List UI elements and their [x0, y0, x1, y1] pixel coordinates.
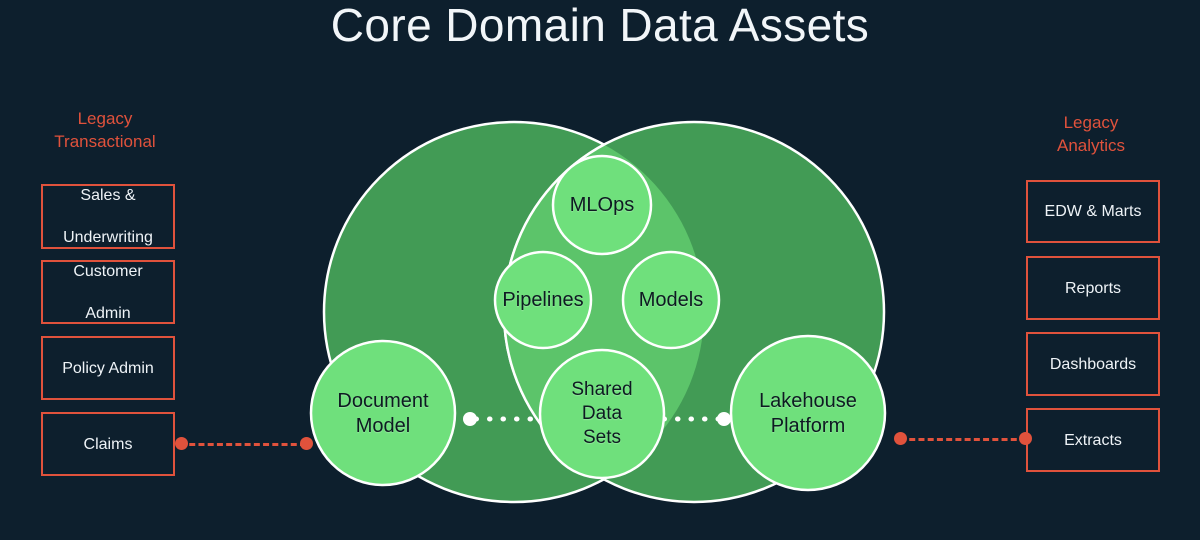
- mlops-bubble[interactable]: [551, 154, 653, 256]
- models-bubble[interactable]: [621, 250, 721, 350]
- venn-diagram: [309, 120, 887, 504]
- diagram-canvas: Core Domain Data Assets Legacy Transacti…: [0, 0, 1200, 540]
- connector-dot-lakehouse-side: [717, 412, 731, 426]
- document-model-bubble[interactable]: [309, 339, 457, 487]
- shared-data-sets-bubble[interactable]: [538, 348, 666, 480]
- connector-dot-document-side: [463, 412, 477, 426]
- pipelines-bubble[interactable]: [493, 250, 593, 350]
- lakehouse-platform-bubble[interactable]: [729, 334, 887, 492]
